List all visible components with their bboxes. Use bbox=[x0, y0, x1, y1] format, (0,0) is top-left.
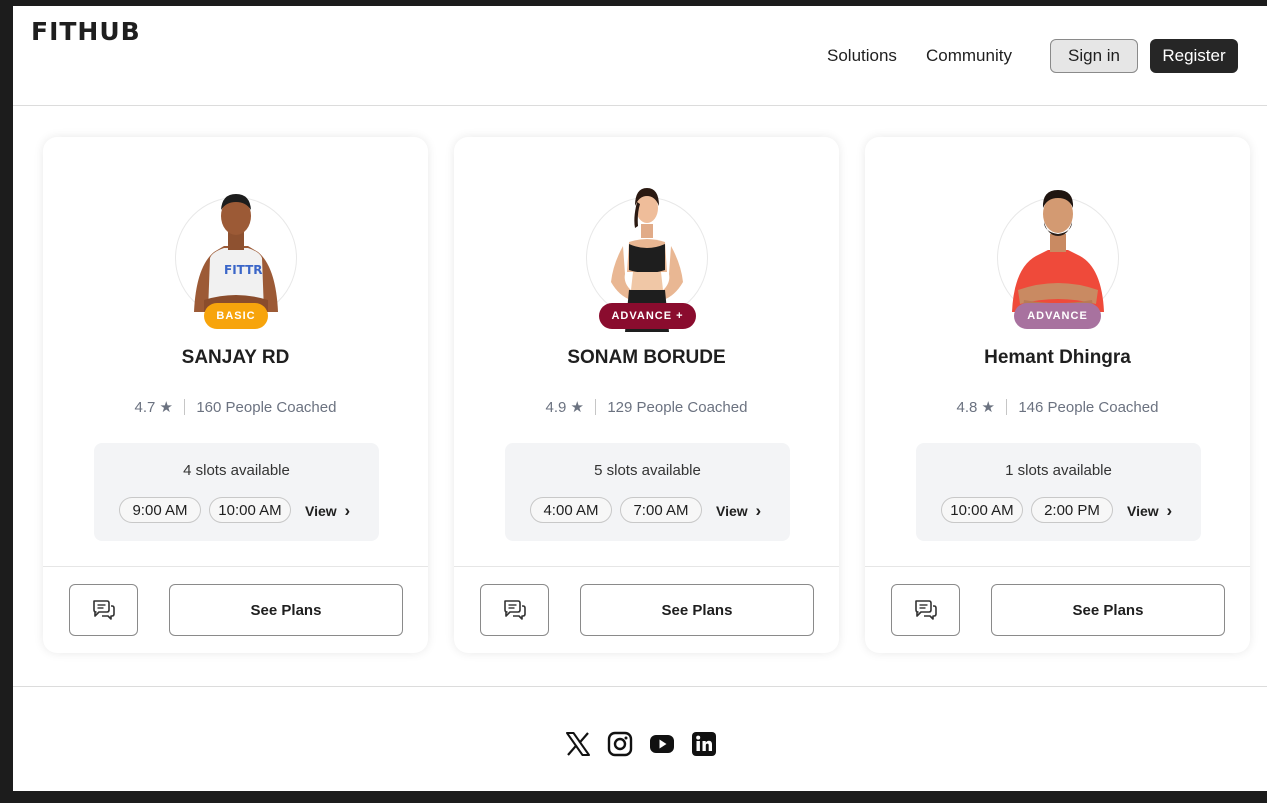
coach-stats: 4.8 ★ 146 People Coached bbox=[865, 398, 1250, 416]
view-slots-link[interactable]: View › bbox=[305, 501, 350, 521]
chevron-right-icon: › bbox=[755, 501, 762, 520]
chat-icon bbox=[503, 600, 526, 620]
chevron-right-icon: › bbox=[344, 501, 351, 520]
chat-icon bbox=[92, 600, 115, 620]
chat-button[interactable] bbox=[69, 584, 138, 636]
people-coached: 129 People Coached bbox=[607, 399, 748, 416]
svg-text:FITTR: FITTR bbox=[224, 263, 263, 277]
slots-available: 4 slots available bbox=[183, 462, 290, 479]
sign-in-button[interactable]: Sign in bbox=[1050, 39, 1138, 73]
slots-panel: 1 slots available 10:00 AM 2:00 PM View … bbox=[916, 443, 1201, 541]
time-slot-chip[interactable]: 10:00 AM bbox=[941, 497, 1023, 523]
view-slots-link[interactable]: View › bbox=[1127, 501, 1172, 521]
youtube-icon[interactable] bbox=[649, 731, 675, 757]
view-label: View bbox=[305, 503, 337, 519]
slots-panel: 4 slots available 9:00 AM 10:00 AM View … bbox=[94, 443, 379, 541]
star-icon: ★ bbox=[159, 399, 173, 416]
rating-value: 4.8 bbox=[956, 399, 978, 416]
nav-community[interactable]: Community bbox=[926, 46, 1012, 66]
linkedin-icon[interactable] bbox=[691, 731, 717, 757]
card-divider bbox=[43, 566, 428, 567]
time-slot-chip[interactable]: 9:00 AM bbox=[119, 497, 201, 523]
slots-available: 5 slots available bbox=[594, 462, 701, 479]
chevron-right-icon: › bbox=[1166, 501, 1173, 520]
coach-card: FITTR BASIC SANJAY RD 4.7 ★ 160 People C… bbox=[43, 137, 428, 653]
time-slot-chip[interactable]: 10:00 AM bbox=[209, 497, 291, 523]
people-coached: 160 People Coached bbox=[196, 399, 337, 416]
card-divider bbox=[454, 566, 839, 567]
rating-value: 4.9 bbox=[545, 399, 567, 416]
see-plans-button[interactable]: See Plans bbox=[580, 584, 814, 636]
brand-logo[interactable]: FITHUB bbox=[31, 17, 141, 46]
nav-solutions[interactable]: Solutions bbox=[827, 46, 897, 66]
plan-badge: ADVANCE + bbox=[599, 303, 696, 329]
time-slot-chip[interactable]: 4:00 AM bbox=[530, 497, 612, 523]
chat-button[interactable] bbox=[480, 584, 549, 636]
coach-card: ADVANCE + SONAM BORUDE 4.9 ★ 129 People … bbox=[454, 137, 839, 653]
star-icon: ★ bbox=[570, 399, 584, 416]
rating-value: 4.7 bbox=[134, 399, 156, 416]
register-button[interactable]: Register bbox=[1150, 39, 1238, 73]
coach-stats: 4.9 ★ 129 People Coached bbox=[454, 398, 839, 416]
stats-divider bbox=[595, 399, 597, 415]
slots-panel: 5 slots available 4:00 AM 7:00 AM View › bbox=[505, 443, 790, 541]
instagram-icon[interactable] bbox=[607, 731, 633, 757]
slots-available: 1 slots available bbox=[1005, 462, 1112, 479]
view-label: View bbox=[1127, 503, 1159, 519]
star-icon: ★ bbox=[981, 399, 995, 416]
stats-divider bbox=[184, 399, 186, 415]
page: FITHUB Solutions Community Sign in Regis… bbox=[13, 6, 1267, 791]
x-icon[interactable] bbox=[565, 731, 591, 757]
coach-name: Hemant Dhingra bbox=[984, 347, 1131, 368]
see-plans-button[interactable]: See Plans bbox=[169, 584, 403, 636]
chat-icon bbox=[914, 600, 937, 620]
plan-badge: BASIC bbox=[204, 303, 268, 329]
plan-badge: ADVANCE bbox=[1014, 303, 1101, 329]
coach-name: SONAM BORUDE bbox=[567, 347, 726, 368]
coach-name: SANJAY RD bbox=[181, 347, 290, 368]
footer-divider bbox=[13, 686, 1267, 687]
time-slot-chip[interactable]: 2:00 PM bbox=[1031, 497, 1113, 523]
header-divider bbox=[13, 105, 1267, 106]
view-label: View bbox=[716, 503, 748, 519]
card-divider bbox=[865, 566, 1250, 567]
people-coached: 146 People Coached bbox=[1018, 399, 1159, 416]
coach-card: ADVANCE Hemant Dhingra 4.8 ★ 146 People … bbox=[865, 137, 1250, 653]
view-slots-link[interactable]: View › bbox=[716, 501, 761, 521]
coach-stats: 4.7 ★ 160 People Coached bbox=[43, 398, 428, 416]
chat-button[interactable] bbox=[891, 584, 960, 636]
time-slot-chip[interactable]: 7:00 AM bbox=[620, 497, 702, 523]
stats-divider bbox=[1006, 399, 1008, 415]
see-plans-button[interactable]: See Plans bbox=[991, 584, 1225, 636]
